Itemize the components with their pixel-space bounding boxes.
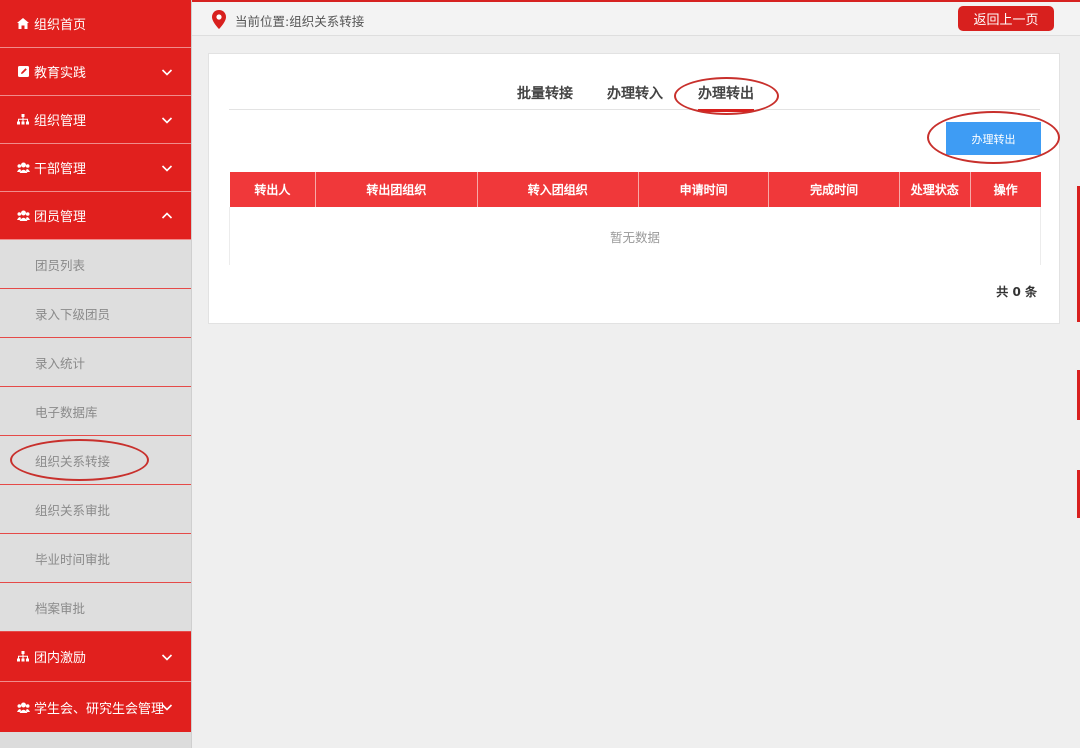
total-count: 共 0 条 [996, 285, 1037, 299]
location-pin-icon [212, 10, 226, 29]
tab-batch-transfer[interactable]: 批量转接 [517, 83, 573, 103]
sidebar-item-label: 团员管理 [34, 210, 87, 225]
tab-label: 办理转出 [698, 86, 754, 102]
sidebar-subitem-label: 组织关系转接 [35, 453, 111, 469]
sidebar-subitem-member-list[interactable]: 团员列表 [0, 240, 191, 289]
chevron-down-icon [161, 704, 173, 711]
active-tab-underline [698, 109, 754, 112]
edit-icon [16, 65, 30, 79]
chevron-down-icon [161, 164, 173, 172]
sidebar-item-education[interactable]: 教育实践 [0, 48, 191, 96]
column-header[interactable]: 完成时间 [768, 172, 900, 207]
sidebar-subitem-archive-approval[interactable]: 档案审批 [0, 583, 191, 632]
table-row: 暂无数据 [229, 207, 1041, 265]
sidebar-subitem-label: 录入下级团员 [35, 306, 111, 322]
back-button[interactable]: 返回上一页 [958, 6, 1054, 31]
sidebar-subitem-e-database[interactable]: 电子数据库 [0, 387, 191, 436]
sidebar-subitem-label: 团员列表 [35, 257, 86, 273]
column-header[interactable]: 转出团组织 [315, 172, 478, 207]
chevron-up-icon [161, 211, 173, 219]
tab-label: 办理转入 [607, 86, 663, 102]
sidebar-item-org-home[interactable]: 组织首页 [0, 0, 191, 48]
sidebar-item-org-management[interactable]: 组织管理 [0, 96, 191, 144]
sidebar-item-label: 干部管理 [34, 162, 87, 177]
sidebar-item-label: 团内激励 [34, 651, 87, 666]
breadcrumb: 当前位置:组织关系转接 [235, 14, 365, 29]
transfer-table: 转出人 转出团组织 转入团组织 申请时间 完成时间 处理状态 操作 暂无数据 [229, 172, 1041, 265]
chevron-down-icon [161, 653, 173, 661]
sidebar-item-label: 学生会、研究生会管理 [34, 701, 165, 717]
chevron-down-icon [161, 116, 173, 124]
sidebar-subitem-label: 组织关系审批 [35, 502, 111, 518]
sidebar-subitem-graduation-approval[interactable]: 毕业时间审批 [0, 534, 191, 583]
column-header[interactable]: 操作 [970, 172, 1041, 207]
sidebar-item-cadre-management[interactable]: 干部管理 [0, 144, 191, 192]
column-header[interactable]: 申请时间 [638, 172, 770, 207]
tab-transfer-out[interactable]: 办理转出 [698, 83, 754, 112]
sidebar-subitem-label: 档案审批 [35, 600, 86, 616]
sidebar-item-incentives[interactable]: 团内激励 [0, 632, 191, 682]
sidebar-item-label: 组织首页 [34, 18, 87, 33]
tab-label: 批量转接 [517, 86, 573, 102]
sitemap-icon [16, 650, 30, 664]
sidebar-subitem-org-approval[interactable]: 组织关系审批 [0, 485, 191, 534]
sidebar-item-label: 教育实践 [34, 66, 87, 81]
empty-state-text: 暂无数据 [229, 207, 1041, 265]
sidebar-subitem-entry-stats[interactable]: 录入统计 [0, 338, 191, 387]
sidebar-item-member-management[interactable]: 团员管理 [0, 192, 191, 240]
sidebar-subitem-org-transfer[interactable]: 组织关系转接 [0, 436, 191, 485]
sidebar-subitem-label: 毕业时间审批 [35, 551, 111, 567]
table-header-row: 转出人 转出团组织 转入团组织 申请时间 完成时间 处理状态 操作 [229, 172, 1041, 207]
sidebar: 组织首页 教育实践 组织管理 干部管理 团员管理 团员列表 录入下级团员 录入统… [0, 0, 192, 748]
users-icon [16, 700, 30, 714]
tab-bar: 批量转接 办理转入 办理转出 [229, 74, 1040, 115]
transfer-out-button[interactable]: 办理转出 [946, 122, 1041, 155]
sitemap-icon [16, 113, 30, 127]
home-icon [16, 17, 30, 31]
column-header[interactable]: 处理状态 [899, 172, 971, 207]
users-icon [16, 209, 30, 223]
sidebar-subitem-label: 电子数据库 [35, 404, 98, 420]
sidebar-subitem-enter-members[interactable]: 录入下级团员 [0, 289, 191, 338]
column-header[interactable]: 转入团组织 [477, 172, 639, 207]
chevron-down-icon [161, 68, 173, 76]
tab-transfer-in[interactable]: 办理转入 [607, 83, 663, 103]
sidebar-item-student-union[interactable]: 学生会、研究生会管理 [0, 682, 191, 732]
column-header[interactable]: 转出人 [229, 172, 317, 207]
sidebar-item-label: 组织管理 [34, 114, 87, 129]
sidebar-subitem-label: 录入统计 [35, 355, 86, 371]
topbar: 当前位置:组织关系转接 返回上一页 [192, 0, 1080, 36]
users-icon [16, 161, 30, 175]
main-panel: 批量转接 办理转入 办理转出 办理转出 转出人 转出团组织 转入团组织 申请时间… [208, 53, 1060, 324]
